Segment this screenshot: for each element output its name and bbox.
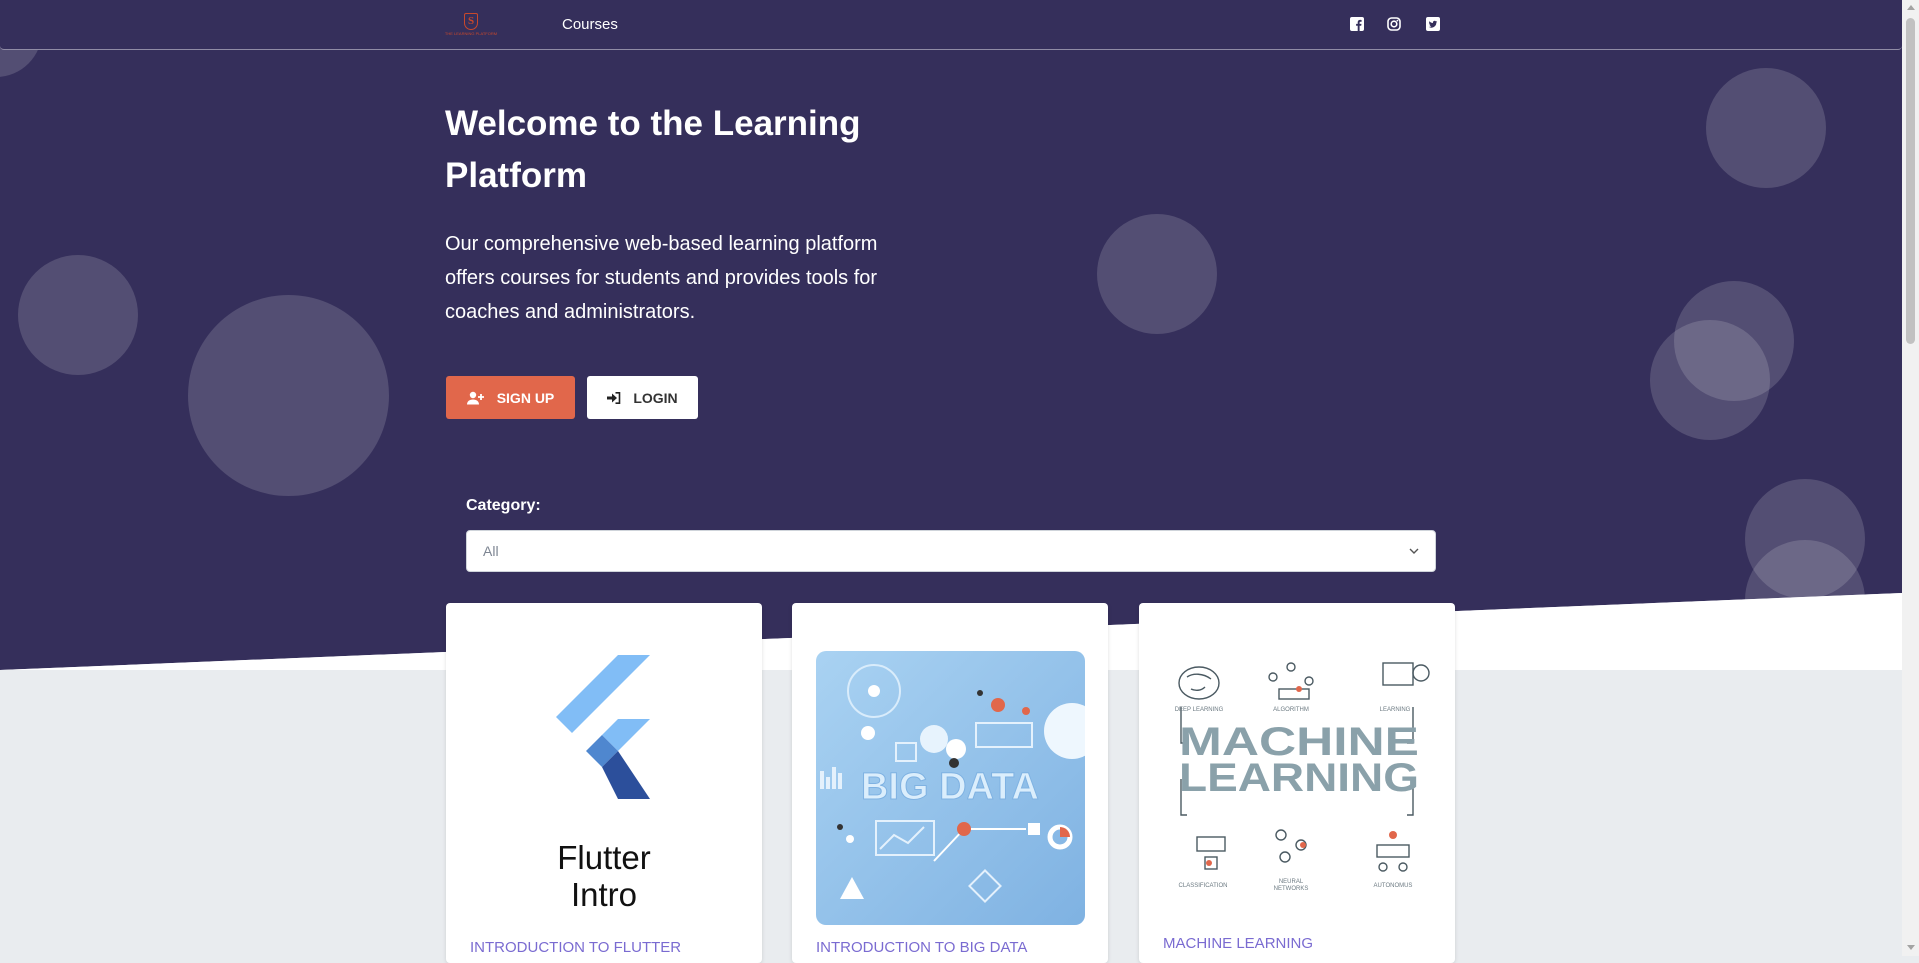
sign-in-icon [607, 391, 621, 404]
big-data-illustration: BIG DATA [820, 664, 1085, 903]
signup-label: SIGN UP [496, 389, 555, 406]
category-label: Category: [466, 497, 541, 514]
hero-title: Welcome to the Learning Platform [445, 104, 861, 195]
nav-link-courses[interactable]: Courses [562, 16, 618, 33]
scrollbar-thumb[interactable] [1906, 18, 1915, 344]
decorative-bubble [18, 255, 138, 375]
big-data-image-text: BIG DATA [861, 766, 1039, 808]
instagram-icon[interactable] [1387, 17, 1401, 31]
login-button[interactable]: LOGIN [587, 376, 698, 419]
decorative-bubble [1706, 68, 1826, 188]
big-data-image: BIG DATA [816, 651, 1085, 925]
navbar: S THE LEARNING PLATFORM Courses [0, 0, 1902, 50]
signup-button[interactable]: SIGN UP [446, 376, 575, 419]
chevron-down-icon [1409, 548, 1419, 554]
logo-shield: S [464, 13, 478, 30]
ml-image-label-learning: LEARNING [1380, 707, 1411, 713]
category-select[interactable]: All [466, 530, 1436, 572]
course-title[interactable]: MACHINE LEARNING [1163, 935, 1313, 952]
course-title[interactable]: INTRODUCTION TO FLUTTER [470, 939, 681, 956]
ml-image-label-deep-learning: DEEP LEARNING [1175, 707, 1224, 713]
hero-description: Our comprehensive web-based learning pla… [445, 233, 878, 323]
site-logo[interactable]: S THE LEARNING PLATFORM [444, 13, 498, 37]
course-card[interactable]: Flutter Intro INTRODUCTION TO FLUTTER [446, 603, 762, 963]
twitter-icon[interactable] [1426, 17, 1440, 31]
ml-image-label-classification: CLASSIFICATION [1179, 883, 1228, 889]
course-card[interactable]: DEEP LEARNING ALGORITHM LEARNING MACHINE… [1139, 603, 1455, 963]
course-card[interactable]: BIG DATA INTRODUCTION TO BIG DATA [792, 603, 1108, 963]
ml-image-label-neural-networks: NEURAL NETWORKS [1274, 879, 1309, 892]
machine-learning-image: DEEP LEARNING ALGORITHM LEARNING MACHINE… [1175, 662, 1430, 892]
logo-tagline: THE LEARNING PLATFORM [444, 31, 498, 36]
decorative-bubble [1097, 214, 1217, 334]
flutter-image-text: Flutter Intro [557, 839, 651, 913]
facebook-icon[interactable] [1350, 17, 1364, 31]
scroll-up-arrow[interactable] [1907, 5, 1915, 10]
course-title[interactable]: INTRODUCTION TO BIG DATA [816, 939, 1027, 956]
decorative-bubble [1650, 320, 1770, 440]
category-selected-value: All [483, 543, 499, 559]
ml-image-label-algorithm: ALGORITHM [1273, 707, 1309, 713]
user-plus-icon [466, 391, 484, 404]
flutter-logo-image [556, 655, 650, 799]
scroll-down-arrow[interactable] [1907, 945, 1915, 950]
decorative-bubble [188, 295, 389, 496]
ml-image-label-autonomus: AUTONOMUS [1374, 883, 1413, 889]
login-label: LOGIN [633, 389, 678, 406]
page-scrollbar[interactable] [1902, 0, 1919, 956]
ml-image-text-machine-learning: MACHINE LEARNING [1179, 720, 1419, 800]
